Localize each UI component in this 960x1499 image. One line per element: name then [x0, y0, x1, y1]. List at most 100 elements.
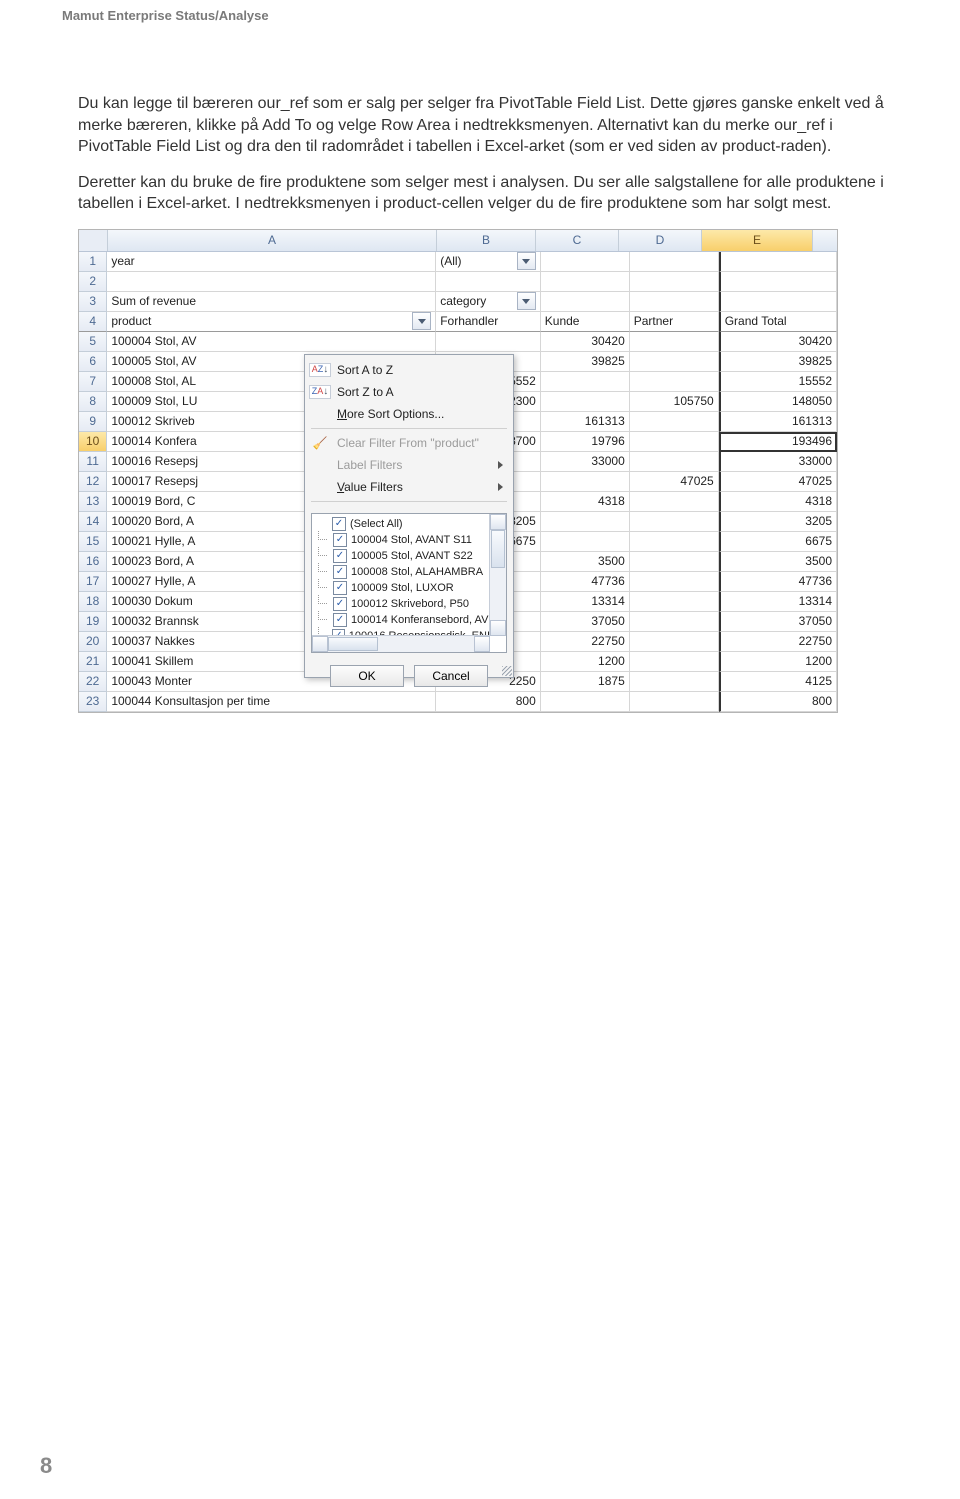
cell-B4[interactable]: Forhandler	[436, 312, 541, 332]
sort-za-item[interactable]: ZA↓ Sort Z to A	[305, 381, 513, 403]
filter-listbox[interactable]: ✓(Select All)✓100004 Stol, AVANT S11✓100…	[311, 513, 507, 653]
cell[interactable]: 15552	[719, 372, 837, 392]
cell[interactable]	[541, 532, 630, 552]
cell[interactable]: 33000	[719, 452, 837, 472]
cell-E2[interactable]	[719, 272, 837, 292]
cell[interactable]	[630, 692, 719, 712]
cell-C4[interactable]: Kunde	[541, 312, 630, 332]
scroll-up-button[interactable]	[490, 514, 506, 530]
cell[interactable]: 39825	[719, 352, 837, 372]
cell-D3[interactable]	[630, 292, 719, 312]
scroll-left-button[interactable]	[312, 636, 328, 652]
row-header[interactable]: 4	[79, 312, 107, 332]
resize-grip-icon[interactable]	[502, 666, 512, 676]
cell-A2[interactable]	[107, 272, 436, 292]
value-filters-item[interactable]: Value Filters	[305, 476, 513, 498]
cell[interactable]: 3205	[719, 512, 837, 532]
cell[interactable]	[541, 512, 630, 532]
cell[interactable]: 47025	[630, 472, 719, 492]
cell[interactable]: 4318	[541, 492, 630, 512]
cell[interactable]	[630, 352, 719, 372]
cell-D1[interactable]	[630, 252, 719, 272]
row-header[interactable]: 23	[79, 692, 107, 712]
cell[interactable]	[630, 592, 719, 612]
row-header[interactable]: 20	[79, 632, 107, 652]
row-header[interactable]: 16	[79, 552, 107, 572]
cell[interactable]: 37050	[541, 612, 630, 632]
cell[interactable]	[630, 672, 719, 692]
cell[interactable]	[630, 332, 719, 352]
cell[interactable]	[436, 332, 541, 352]
row-header[interactable]: 13	[79, 492, 107, 512]
cell[interactable]: 19796	[541, 432, 630, 452]
cell[interactable]: 22750	[541, 632, 630, 652]
filter-checkbox-item[interactable]: ✓100012 Skrivebord, P50	[312, 596, 490, 612]
cell-C2[interactable]	[541, 272, 630, 292]
checkbox-icon[interactable]: ✓	[332, 517, 346, 531]
cell[interactable]	[630, 372, 719, 392]
row-header[interactable]: 15	[79, 532, 107, 552]
col-header-E[interactable]: E	[702, 230, 813, 251]
row-header[interactable]: 7	[79, 372, 107, 392]
col-header-A[interactable]: A	[108, 230, 437, 251]
cell[interactable]: 33000	[541, 452, 630, 472]
row-header[interactable]: 21	[79, 652, 107, 672]
cell[interactable]: 105750	[630, 392, 719, 412]
horizontal-scrollbar[interactable]	[312, 635, 490, 652]
row-header[interactable]: 12	[79, 472, 107, 492]
cell-C3[interactable]	[541, 292, 630, 312]
cell[interactable]	[630, 612, 719, 632]
cell[interactable]	[630, 652, 719, 672]
cell[interactable]: 6675	[719, 532, 837, 552]
filter-checkbox-item[interactable]: ✓100014 Konferansebord, AV	[312, 612, 490, 628]
cell[interactable]: 4125	[719, 672, 837, 692]
cell-C1[interactable]	[541, 252, 630, 272]
checkbox-icon[interactable]: ✓	[333, 565, 347, 579]
filter-dropdown-icon[interactable]	[517, 292, 536, 310]
cell[interactable]: 100004 Stol, AV	[107, 332, 436, 352]
scroll-thumb[interactable]	[491, 530, 505, 568]
vertical-scrollbar[interactable]	[489, 514, 506, 636]
cell[interactable]: 37050	[719, 612, 837, 632]
filter-checkbox-item[interactable]: ✓100004 Stol, AVANT S11	[312, 532, 490, 548]
cell[interactable]: 3500	[719, 552, 837, 572]
cancel-button[interactable]: Cancel	[414, 665, 488, 687]
cell-B2[interactable]	[436, 272, 541, 292]
filter-dropdown-icon[interactable]	[412, 312, 431, 330]
cell[interactable]: 22750	[719, 632, 837, 652]
filter-checkbox-item[interactable]: ✓100005 Stol, AVANT S22	[312, 548, 490, 564]
cell[interactable]: 193496	[719, 432, 837, 452]
filter-checkbox-item[interactable]: ✓100009 Stol, LUXOR	[312, 580, 490, 596]
cell[interactable]	[541, 472, 630, 492]
cell[interactable]: 161313	[719, 412, 837, 432]
select-all-corner[interactable]	[79, 230, 108, 251]
cell[interactable]	[630, 572, 719, 592]
cell-E1[interactable]	[719, 252, 837, 272]
row-header[interactable]: 11	[79, 452, 107, 472]
checkbox-icon[interactable]: ✓	[333, 549, 347, 563]
row-header[interactable]: 6	[79, 352, 107, 372]
cell[interactable]	[630, 412, 719, 432]
scroll-down-button[interactable]	[490, 620, 506, 636]
cell[interactable]: 1200	[541, 652, 630, 672]
cell[interactable]	[630, 492, 719, 512]
cell[interactable]: 3500	[541, 552, 630, 572]
cell-B1[interactable]: (All)	[436, 252, 541, 272]
cell-D2[interactable]	[630, 272, 719, 292]
cell-A1[interactable]: year	[107, 252, 436, 272]
cell[interactable]	[541, 372, 630, 392]
col-header-B[interactable]: B	[437, 230, 536, 251]
cell[interactable]: 4318	[719, 492, 837, 512]
checkbox-icon[interactable]: ✓	[333, 581, 347, 595]
row-header[interactable]: 3	[79, 292, 107, 312]
cell[interactable]: 1875	[541, 672, 630, 692]
col-header-C[interactable]: C	[536, 230, 619, 251]
cell[interactable]	[630, 532, 719, 552]
col-header-D[interactable]: D	[619, 230, 702, 251]
cell[interactable]: 800	[719, 692, 837, 712]
cell[interactable]: 47736	[541, 572, 630, 592]
row-header[interactable]: 10	[79, 432, 107, 452]
row-header[interactable]: 19	[79, 612, 107, 632]
cell[interactable]	[630, 512, 719, 532]
row-header[interactable]: 2	[79, 272, 107, 292]
